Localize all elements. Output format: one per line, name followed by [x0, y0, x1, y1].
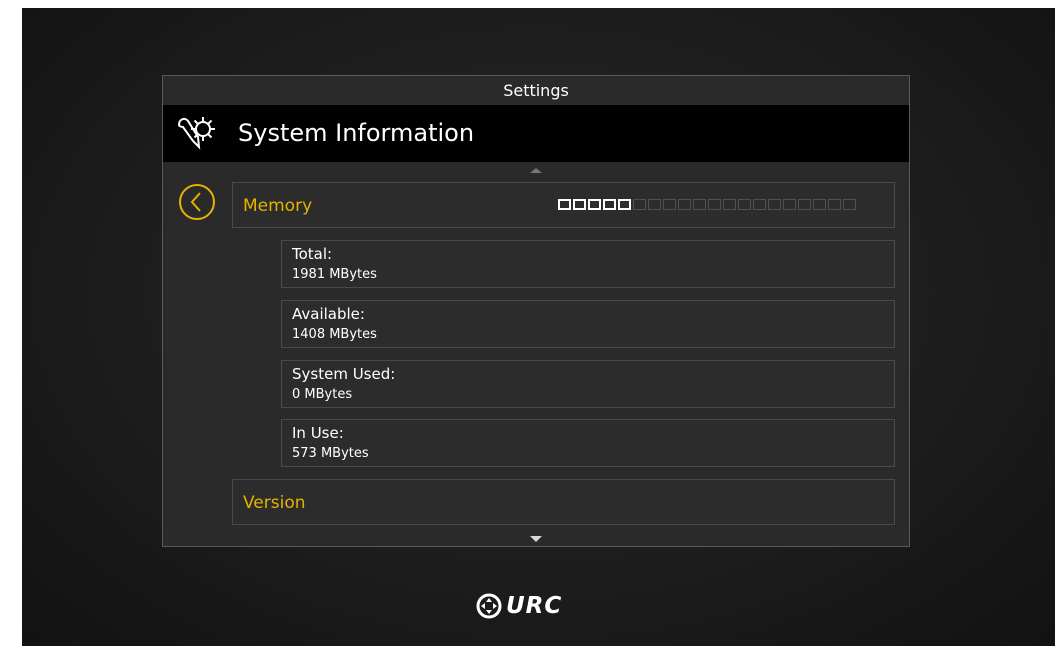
meter-cell-filled: [588, 199, 601, 210]
brand-logo: URC: [476, 590, 562, 622]
page-title: System Information: [238, 119, 475, 147]
meter-cell-empty: [813, 199, 826, 210]
memory-item-label: In Use:: [292, 424, 344, 442]
meter-cell-filled: [603, 199, 616, 210]
meter-cell-empty: [738, 199, 751, 210]
memory-item-value: 1408 MBytes: [292, 327, 377, 342]
section-header: System Information: [163, 105, 909, 162]
memory-item-value: 573 MBytes: [292, 446, 369, 461]
settings-panel: Settings System Information Memory Total…: [162, 75, 910, 547]
meter-cell-empty: [768, 199, 781, 210]
meter-cell-empty: [663, 199, 676, 210]
meter-cell-empty: [843, 199, 856, 210]
meter-cell-filled: [573, 199, 586, 210]
version-label: Version: [243, 493, 306, 513]
memory-available-item: Available: 1408 MBytes: [281, 300, 895, 348]
urc-logo-icon: [476, 593, 502, 619]
meter-cell-empty: [723, 199, 736, 210]
settings-tools-icon: [177, 117, 215, 150]
memory-in-use-item: In Use: 573 MBytes: [281, 419, 895, 467]
memory-label: Memory: [243, 196, 313, 216]
memory-usage-meter: [558, 199, 856, 213]
memory-section[interactable]: Memory: [232, 182, 895, 228]
meter-cell-filled: [618, 199, 631, 210]
version-section[interactable]: Version: [232, 479, 895, 525]
meter-cell-empty: [678, 199, 691, 210]
memory-item-label: System Used:: [292, 365, 396, 383]
screen: Settings System Information Memory Total…: [22, 8, 1055, 646]
scroll-down-icon[interactable]: [530, 536, 542, 542]
brand-name: URC: [506, 593, 563, 619]
meter-cell-empty: [798, 199, 811, 210]
meter-cell-empty: [648, 199, 661, 210]
meter-cell-empty: [708, 199, 721, 210]
memory-item-label: Total:: [292, 245, 333, 263]
meter-cell-empty: [783, 199, 796, 210]
meter-cell-empty: [753, 199, 766, 210]
memory-item-label: Available:: [292, 305, 365, 323]
memory-total-item: Total: 1981 MBytes: [281, 240, 895, 288]
panel-title: Settings: [503, 81, 569, 100]
memory-item-value: 1981 MBytes: [292, 267, 377, 282]
meter-cell-empty: [828, 199, 841, 210]
meter-cell-empty: [693, 199, 706, 210]
scroll-up-icon[interactable]: [530, 168, 542, 173]
chevron-left-icon: [190, 192, 201, 212]
back-button[interactable]: [179, 184, 215, 220]
memory-system-used-item: System Used: 0 MBytes: [281, 360, 895, 408]
meter-cell-empty: [633, 199, 646, 210]
memory-item-value: 0 MBytes: [292, 387, 353, 402]
meter-cell-filled: [558, 199, 571, 210]
